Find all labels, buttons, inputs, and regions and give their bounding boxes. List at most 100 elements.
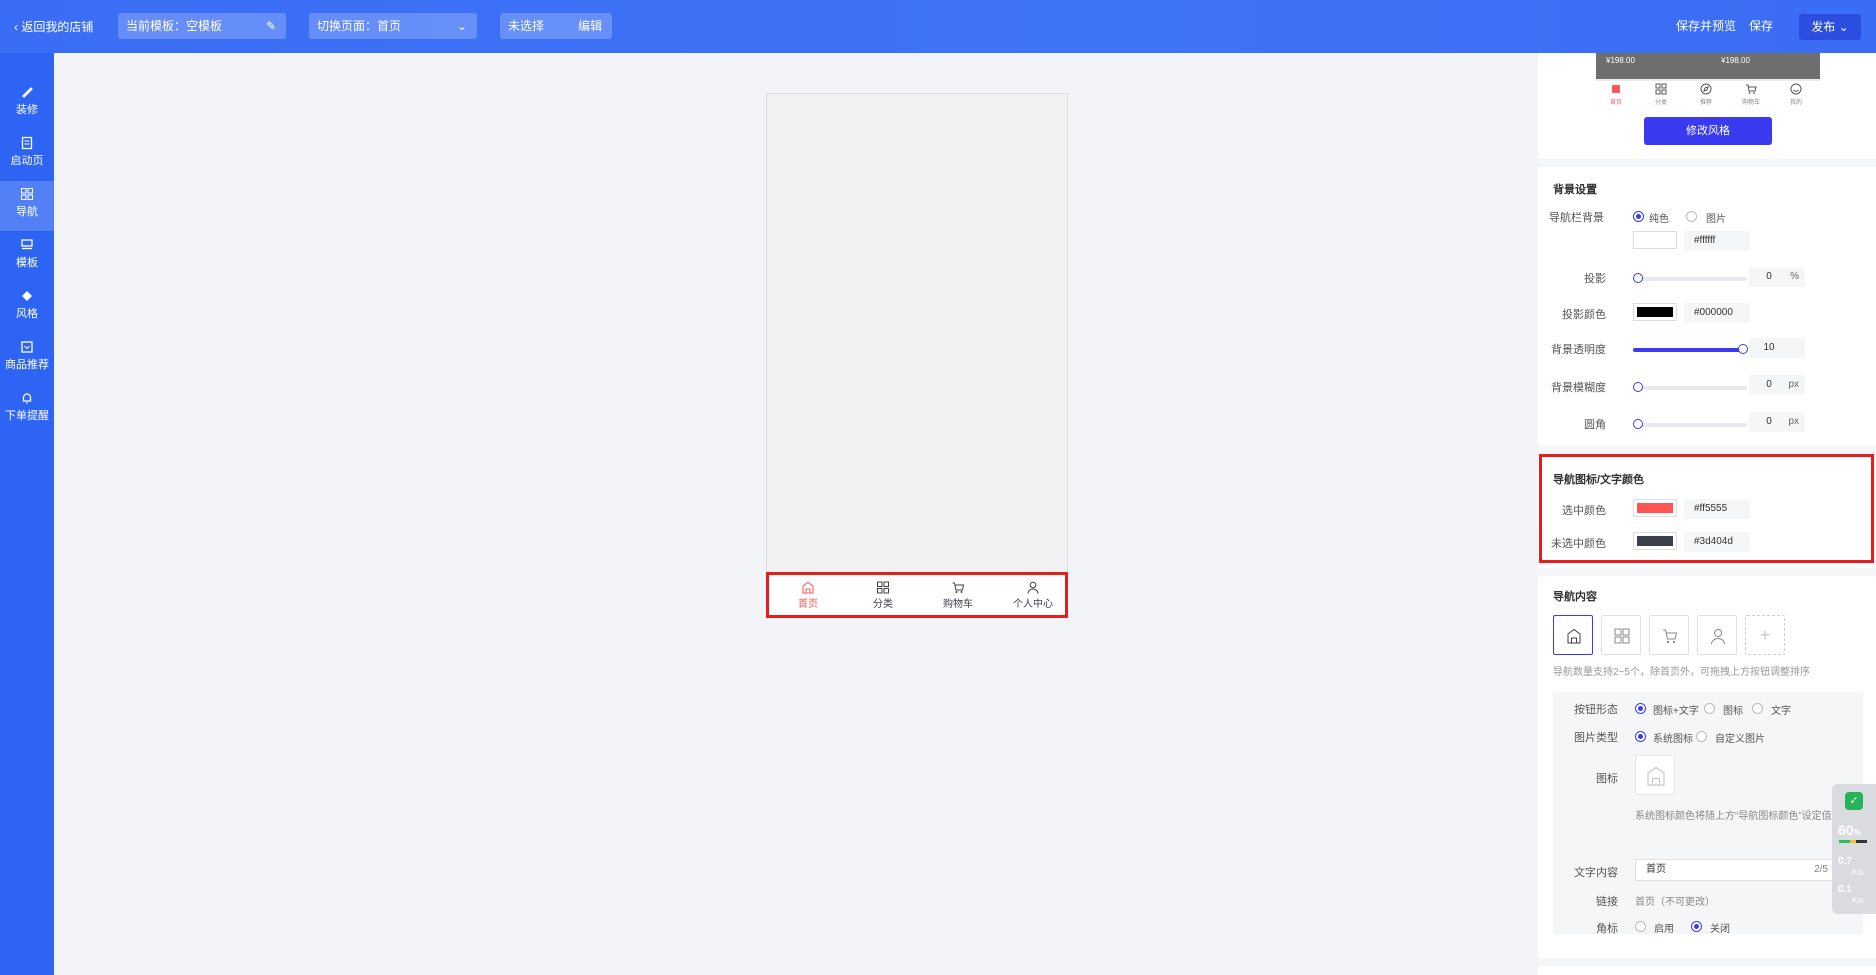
bg-solid-radio[interactable] — [1633, 211, 1644, 222]
form-icon-text-radio[interactable] — [1635, 703, 1646, 714]
sidebar-item-recommend[interactable]: 商品推荐 — [0, 334, 54, 384]
radius-input[interactable]: 0 px — [1749, 412, 1805, 432]
top-bar: ‹ 返回我的店铺 当前模板：空模板 ✎ 切换页面：首页 ⌄ 未选择 编辑 保存并… — [0, 0, 1876, 53]
tab-cart[interactable]: 购物车 — [928, 581, 988, 610]
preview-tab-bar: 首页 分类 推荐 购物车 我的 — [1596, 81, 1820, 109]
blur-slider[interactable] — [1633, 382, 1747, 392]
nav-item-home-thumb[interactable] — [1553, 615, 1593, 655]
icon-label: 图标 — [1596, 773, 1618, 785]
chevron-left-icon: ‹ — [14, 20, 18, 34]
link-label: 链接 — [1596, 896, 1618, 908]
nav-content-section-title: 导航内容 — [1553, 591, 1597, 603]
slider-knob[interactable] — [1738, 344, 1748, 354]
shadow-color-swatch[interactable] — [1633, 303, 1677, 321]
shadow-color-value[interactable]: #000000 — [1684, 303, 1750, 323]
add-nav-item-button[interactable]: + — [1745, 615, 1785, 655]
publish-label: 发布 — [1811, 20, 1836, 34]
image-type-option-label: 系统图标 — [1653, 734, 1693, 745]
form-icon-radio[interactable] — [1704, 703, 1715, 714]
sidebar-item-label: 启动页 — [10, 155, 44, 167]
tab-label: 分类 — [873, 599, 893, 610]
nav-item-category-thumb[interactable] — [1601, 615, 1641, 655]
nav-bg-label: 导航栏背景 — [1549, 212, 1604, 224]
sidebar-item-order-reminder[interactable]: 下单提醒 — [0, 385, 54, 435]
preview-price: ¥198.00 — [1721, 56, 1750, 65]
upload-speed: 0.7 — [1838, 856, 1852, 867]
background-section-title: 背景设置 — [1553, 184, 1597, 196]
preview-tab: 分类 — [1641, 83, 1681, 106]
usage-bar — [1839, 840, 1867, 843]
publish-button[interactable]: 发布 ⌄ — [1799, 14, 1861, 40]
tab-category[interactable]: 分类 — [853, 581, 913, 610]
badge-disable-radio[interactable] — [1691, 921, 1702, 932]
cart-icon — [952, 582, 965, 593]
shadow-input[interactable]: 0% — [1749, 267, 1805, 287]
preview-tab-label: 首页 — [1609, 100, 1622, 106]
icon-color-highlight — [1539, 454, 1874, 563]
bg-color-value[interactable]: #ffffff — [1684, 231, 1750, 251]
slider-knob[interactable] — [1633, 273, 1643, 283]
slider-knob[interactable] — [1633, 419, 1643, 429]
grid-icon — [21, 188, 33, 200]
sidebar-item-label: 风格 — [16, 308, 38, 320]
back-to-store-link[interactable]: ‹ 返回我的店铺 — [14, 18, 93, 35]
shadow-slider[interactable] — [1633, 273, 1747, 283]
edit-button[interactable]: 编辑 — [578, 13, 602, 39]
chevron-down-icon: ⌄ — [1835, 20, 1849, 34]
sidebar-item-navigation[interactable]: 导航 — [0, 181, 54, 231]
sidebar-item-launch-page[interactable]: 启动页 — [0, 130, 54, 180]
tab-label: 首页 — [798, 599, 818, 610]
slider-knob[interactable] — [1633, 382, 1643, 392]
image-custom-radio[interactable] — [1696, 731, 1707, 742]
badge-enable-radio[interactable] — [1635, 921, 1646, 932]
switch-page-select[interactable]: 切换页面：首页 ⌄ — [309, 13, 477, 39]
edit-pencil-icon[interactable]: ✎ — [266, 13, 276, 39]
radius-unit: px — [1788, 416, 1799, 427]
shadow-label: 投影 — [1584, 273, 1606, 285]
bg-image-radio[interactable] — [1686, 211, 1697, 222]
opacity-slider[interactable] — [1633, 344, 1748, 354]
opacity-input[interactable]: 10 — [1749, 338, 1805, 358]
phone-tab-bar[interactable]: 首页 分类 购物车 个人中心 — [766, 572, 1068, 618]
nav-item-cart-thumb[interactable] — [1649, 615, 1689, 655]
preview-tab: 推荐 — [1686, 83, 1726, 106]
tab-profile[interactable]: 个人中心 — [1003, 581, 1063, 610]
home-icon — [802, 581, 814, 594]
form-text-radio[interactable] — [1752, 703, 1763, 714]
radius-slider[interactable] — [1633, 419, 1747, 429]
radius-label: 圆角 — [1584, 419, 1606, 431]
user-icon — [1711, 629, 1725, 645]
recommend-icon — [21, 341, 33, 353]
section-divider — [1538, 159, 1876, 167]
selection-chip[interactable]: 未选择 编辑 — [500, 13, 612, 39]
form-option-label: 图标 — [1723, 706, 1743, 717]
nav-item-profile-thumb[interactable] — [1697, 615, 1737, 655]
form-option-label: 文字 — [1771, 706, 1791, 717]
icon-picker[interactable] — [1635, 755, 1675, 795]
save-button[interactable]: 保存 — [1749, 17, 1773, 34]
tab-home[interactable]: 首页 — [778, 581, 838, 610]
save-preview-button[interactable]: 保存并预览 — [1676, 17, 1736, 34]
modify-style-button[interactable]: 修改风格 — [1644, 117, 1772, 145]
blur-input[interactable]: 0 px — [1749, 375, 1805, 395]
current-template-chip[interactable]: 当前模板：空模板 ✎ — [118, 13, 286, 39]
grid-icon — [877, 581, 889, 594]
tab-label: 个人中心 — [1013, 599, 1053, 610]
preview-tab: 我的 — [1776, 83, 1816, 106]
compass-icon — [1700, 83, 1712, 95]
network-monitor-widget[interactable]: ✓ 60% 0.7 K/s 0.1 K/s — [1832, 784, 1876, 914]
image-system-radio[interactable] — [1635, 731, 1646, 742]
section-divider — [1538, 568, 1876, 576]
text-content-input[interactable]: 首页 2/5 — [1635, 859, 1835, 881]
bg-color-swatch[interactable] — [1633, 231, 1677, 249]
sidebar-item-decorate[interactable]: 装修 — [0, 79, 54, 129]
sidebar-item-template[interactable]: 模板 — [0, 232, 54, 282]
opacity-label: 背景透明度 — [1551, 344, 1606, 356]
selection-label: 未选择 — [508, 19, 545, 33]
badge-label: 角标 — [1596, 923, 1618, 935]
nav-count-hint: 导航数量支持2~5个，除首页外，可拖拽上方按钮调整排序 — [1553, 667, 1810, 678]
sidebar-item-style[interactable]: 风格 — [0, 283, 54, 333]
switch-page-label: 切换页面：首页 — [317, 19, 402, 33]
download-speed: 0.1 — [1838, 884, 1852, 895]
text-content-label: 文字内容 — [1574, 867, 1618, 879]
